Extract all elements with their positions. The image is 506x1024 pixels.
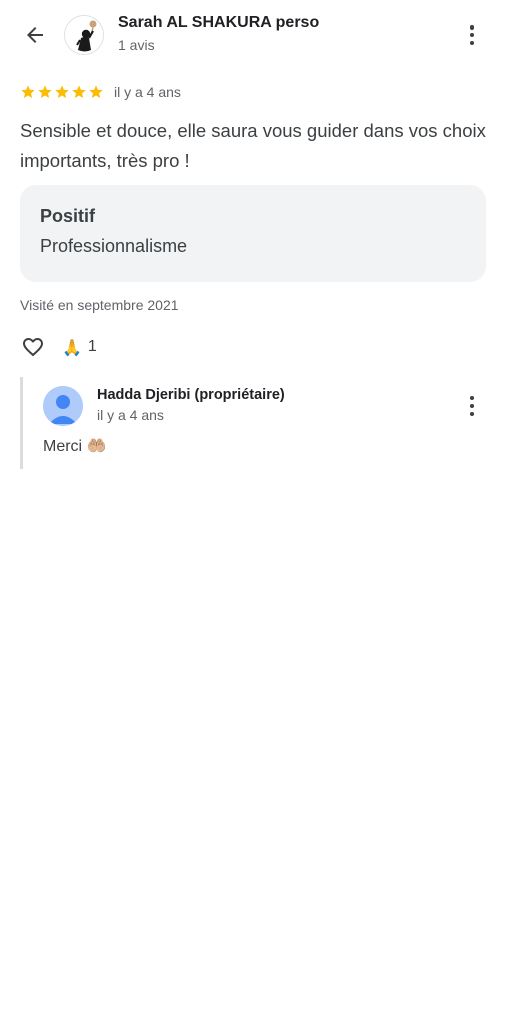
star-icon — [38, 85, 52, 98]
owner-reply-message: Merci — [43, 438, 83, 455]
reviewer-photo-icon — [65, 16, 103, 54]
owner-reply-text: Merci 🤲🏼 — [43, 436, 106, 456]
owner-reply: Hadda Djeribi (propriétaire) il y a 4 an… — [20, 377, 486, 469]
review-header: Sarah AL SHAKURA perso 1 avis — [0, 0, 506, 72]
star-icon — [89, 85, 103, 98]
owner-reply-time: il y a 4 ans — [97, 407, 164, 423]
reviewer-name[interactable]: Sarah AL SHAKURA perso — [118, 14, 319, 32]
reaction-row: 🙏 1 — [20, 333, 97, 361]
review-text: Sensible et douce, elle saura vous guide… — [20, 120, 486, 171]
owner-avatar — [43, 386, 83, 426]
more-vert-icon — [469, 25, 475, 30]
rating-row: il y a 4 ans — [20, 82, 181, 102]
default-profile-icon — [43, 386, 83, 426]
star-icon — [55, 85, 69, 98]
star-icon — [72, 85, 86, 98]
more-options-button[interactable] — [460, 22, 484, 48]
back-button[interactable] — [20, 20, 50, 50]
reviewer-review-count: 1 avis — [118, 37, 155, 53]
attribute-value: Professionnalisme — [40, 236, 188, 256]
star-icon — [21, 85, 35, 98]
heart-outline-icon — [23, 338, 43, 357]
like-button[interactable] — [20, 334, 46, 360]
owner-reply-more-button[interactable] — [461, 394, 483, 418]
attribute-title: Positif — [40, 206, 96, 226]
star-rating — [20, 84, 104, 100]
reviewer-avatar[interactable] — [64, 15, 104, 55]
visit-date: Visité en septembre 2021 — [20, 297, 179, 313]
review-attribute-card: Positif Professionnalisme — [20, 185, 486, 282]
reaction-count: 1 — [87, 338, 97, 355]
owner-name: Hadda Djeribi (propriétaire) — [97, 387, 285, 403]
arrow-back-icon — [27, 27, 43, 43]
reaction-chip[interactable]: 🙏 1 — [62, 338, 97, 357]
palms-up-emoji-icon: 🤲🏼 — [86, 436, 107, 455]
pray-emoji-icon: 🙏 — [62, 337, 82, 357]
review-time: il y a 4 ans — [114, 84, 181, 100]
more-vert-icon — [470, 396, 474, 400]
